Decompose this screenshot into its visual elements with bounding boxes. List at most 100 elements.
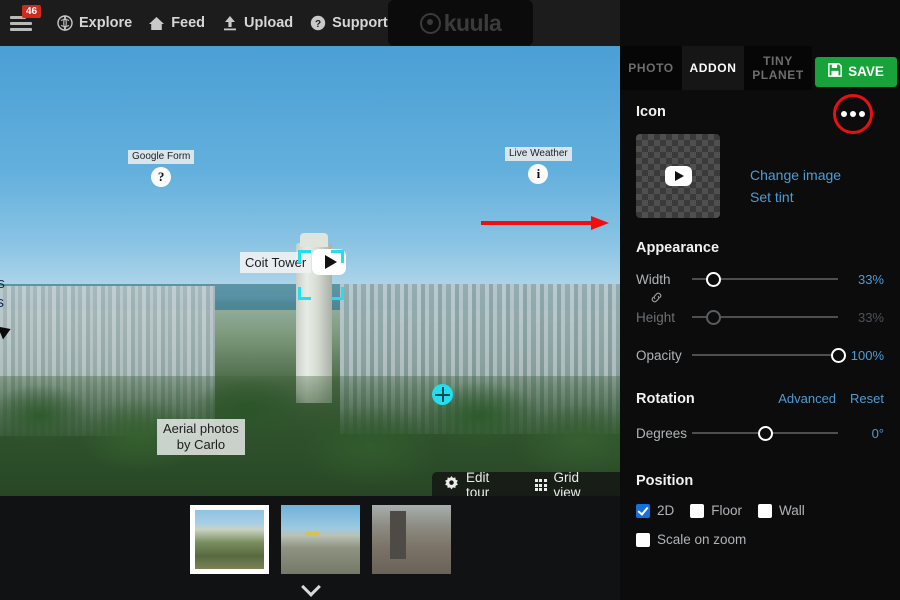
nav-label: Feed	[171, 15, 206, 31]
nav-label: Explore	[79, 15, 133, 31]
opacity-slider-row: Opacity 100%	[636, 345, 884, 365]
thumbnail-item[interactable]	[372, 505, 451, 574]
opacity-value: 100%	[850, 347, 884, 363]
hotspot-live-weather[interactable]: Live Weather i	[505, 147, 572, 184]
link-icon[interactable]	[650, 291, 884, 307]
appearance-title: Appearance	[636, 240, 720, 256]
watermark-line-2: by Carlo	[176, 437, 226, 452]
rotation-section: Rotation Advanced Reset Degrees 0°	[636, 391, 884, 443]
icon-action-links: Change image Set tint	[750, 134, 841, 208]
toolbar-label: Grid view	[553, 470, 581, 496]
height-slider[interactable]	[692, 307, 838, 327]
height-label: Height	[636, 309, 676, 325]
question-mark-icon: ?	[151, 167, 172, 187]
grid-view-button[interactable]: Grid view	[534, 470, 608, 496]
checkbox-scale-on-zoom-box[interactable]	[636, 532, 650, 547]
slider-knob[interactable]	[706, 310, 722, 325]
chevron-down-icon[interactable]	[302, 580, 320, 591]
checkbox-scale-on-zoom[interactable]: Scale on zoom	[636, 532, 746, 547]
panel-tab-bar: PHOTO ADDON TINY PLANET SAVE	[620, 46, 900, 90]
height-value: 33%	[857, 309, 884, 325]
position-section: Position 2D Floor Wall Scale on zoom	[636, 473, 884, 547]
save-button[interactable]: SAVE	[815, 56, 897, 87]
selection-corner-tl	[298, 250, 311, 263]
panorama-toolbar: Edit tour Grid view	[432, 470, 620, 496]
arrow-head	[591, 216, 609, 230]
checkbox-wall-box[interactable]	[758, 503, 773, 518]
degrees-slider[interactable]	[692, 423, 838, 443]
arrow-shaft	[481, 221, 593, 225]
icon-section: Icon Change image Set tint	[636, 90, 884, 218]
menu-hamburger-button[interactable]: 46	[10, 5, 42, 35]
icon-thumbnail[interactable]	[636, 134, 720, 218]
slider-knob[interactable]	[706, 272, 722, 287]
play-icon	[664, 166, 692, 186]
width-slider[interactable]	[692, 269, 838, 289]
grid-icon	[534, 479, 547, 491]
width-label: Width	[636, 271, 671, 287]
edit-tour-button[interactable]: Edit tour	[444, 470, 515, 496]
rotation-title: Rotation	[636, 391, 695, 407]
nav-item-explore[interactable]: Explore	[56, 15, 132, 32]
tab-tiny-planet-line-1: TINY	[763, 54, 793, 68]
rotation-reset-link[interactable]: Reset	[850, 391, 884, 407]
globe-icon	[56, 15, 73, 32]
hotspot-label: Google Form	[128, 150, 195, 164]
slider-knob[interactable]	[757, 426, 773, 441]
position-title: Position	[636, 473, 694, 489]
set-tint-link[interactable]: Set tint	[750, 186, 841, 208]
width-slider-row: Width 33%	[636, 269, 884, 289]
checkbox-2d[interactable]: 2D	[636, 503, 674, 518]
icon-preview-row: Change image Set tint	[636, 134, 884, 218]
checkbox-wall-label: Wall	[779, 503, 805, 518]
change-image-link[interactable]: Change image	[750, 164, 841, 186]
panel-content: Icon Change image Set tint Appearance Wi…	[620, 90, 900, 600]
degrees-slider-row: Degrees 0°	[636, 423, 884, 443]
tab-tiny-planet[interactable]: TINY PLANET	[744, 46, 812, 90]
move-handle-icon[interactable]	[432, 384, 453, 405]
edge-text-line-1: res	[0, 275, 5, 292]
thumbnail-item[interactable]	[281, 505, 360, 574]
ellipsis-icon[interactable]	[833, 94, 873, 134]
save-button-wrap: SAVE	[812, 46, 900, 90]
home-icon	[148, 15, 165, 32]
height-slider-row: Height 33%	[636, 307, 884, 327]
nav-label: Support	[332, 15, 388, 31]
notification-badge: 46	[22, 5, 42, 18]
thumbnail-item-active[interactable]	[190, 505, 269, 574]
checkbox-floor-box[interactable]	[690, 503, 705, 518]
hotspot-google-form[interactable]: Google Form ?	[128, 150, 195, 187]
checkbox-2d-label: 2D	[657, 503, 675, 518]
addon-settings-panel: PHOTO ADDON TINY PLANET SAVE Icon Change…	[620, 0, 900, 600]
nav-item-upload[interactable]: Upload	[221, 15, 293, 32]
info-icon: i	[528, 164, 549, 184]
checkbox-wall[interactable]: Wall	[758, 503, 805, 518]
slider-knob[interactable]	[830, 348, 846, 363]
nav-item-feed[interactable]: Feed	[148, 15, 205, 32]
checkbox-floor[interactable]: Floor	[690, 503, 742, 518]
appearance-section: Appearance Width 33% Height 33% Opacity …	[636, 240, 884, 365]
tab-tiny-planet-line-2: PLANET	[752, 68, 804, 82]
kuula-logo[interactable]: kuula	[388, 0, 533, 46]
edge-clipped-text: res nts	[0, 274, 5, 312]
photo-credit-watermark: Aerial photos by Carlo	[157, 419, 245, 455]
kuula-logo-text: kuula	[443, 9, 502, 36]
checkbox-2d-box[interactable]	[636, 503, 650, 518]
upload-icon	[221, 15, 238, 32]
tab-photo[interactable]: PHOTO	[620, 46, 682, 90]
scale-on-zoom-row: Scale on zoom	[636, 532, 884, 547]
selection-corner-bl	[298, 287, 311, 300]
opacity-slider[interactable]	[692, 345, 846, 365]
rotation-advanced-link[interactable]: Advanced	[778, 391, 836, 407]
rotation-header: Rotation Advanced Reset	[636, 391, 884, 407]
position-options-row: 2D Floor Wall	[636, 503, 884, 518]
save-label: SAVE	[848, 64, 884, 79]
panorama-viewport[interactable]: res nts Google Form ? Live Weather i Coi…	[0, 46, 620, 496]
nav-item-support[interactable]: ? Support	[309, 15, 388, 32]
watermark-line-1: Aerial photos	[163, 421, 239, 436]
tab-addon[interactable]: ADDON	[682, 46, 744, 90]
thumbnail-list	[190, 505, 451, 574]
edge-text-line-2: nts	[0, 294, 5, 311]
hotspot-label: Live Weather	[505, 147, 572, 161]
selection-corner-br	[331, 287, 344, 300]
